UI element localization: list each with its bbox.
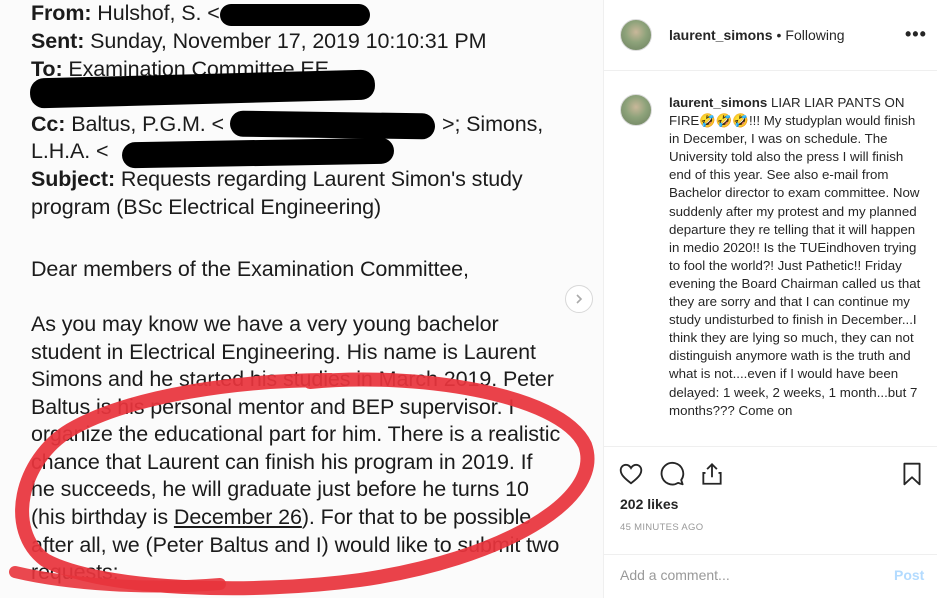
post-actions: 202 likes 45 MINUTES AGO Post	[604, 446, 937, 598]
caption-username-link[interactable]: laurent_simons	[669, 95, 767, 110]
caption-text: LIAR LIAR PANTS ON FIRE🤣🤣🤣!!! My studypl…	[669, 95, 921, 418]
separator: •	[776, 27, 782, 43]
post-image[interactable]: From: Hulshof, S. < Sent: Sunday, Novemb…	[0, 0, 603, 598]
caption: laurent_simons LIAR LIAR PANTS ON FIRE🤣🤣…	[669, 94, 925, 420]
caption-area: laurent_simons LIAR LIAR PANTS ON FIRE🤣🤣…	[604, 72, 937, 445]
post-header: laurent_simons • Following •••	[604, 0, 937, 71]
following-button[interactable]: Following	[785, 27, 844, 43]
comment-icon[interactable]	[659, 461, 687, 489]
username-link[interactable]: laurent_simons	[669, 27, 772, 43]
red-circle-annotation	[9, 372, 595, 596]
post-header-user: laurent_simons • Following	[669, 27, 845, 43]
heart-icon[interactable]	[618, 461, 646, 489]
more-options-icon[interactable]: •••	[905, 24, 927, 45]
like-count[interactable]: 202 likes	[620, 496, 678, 512]
post-side-panel: laurent_simons • Following ••• laurent_sim…	[603, 0, 937, 598]
avatar[interactable]	[620, 19, 652, 51]
post-timestamp[interactable]: 45 MINUTES AGO	[620, 522, 703, 533]
avatar[interactable]	[620, 94, 652, 126]
bookmark-icon[interactable]	[899, 461, 927, 489]
comment-bar: Post	[604, 554, 937, 598]
post-comment-button[interactable]: Post	[894, 567, 924, 583]
share-icon[interactable]	[699, 461, 727, 489]
chevron-right-icon[interactable]	[565, 285, 593, 313]
comment-input[interactable]	[620, 567, 860, 583]
